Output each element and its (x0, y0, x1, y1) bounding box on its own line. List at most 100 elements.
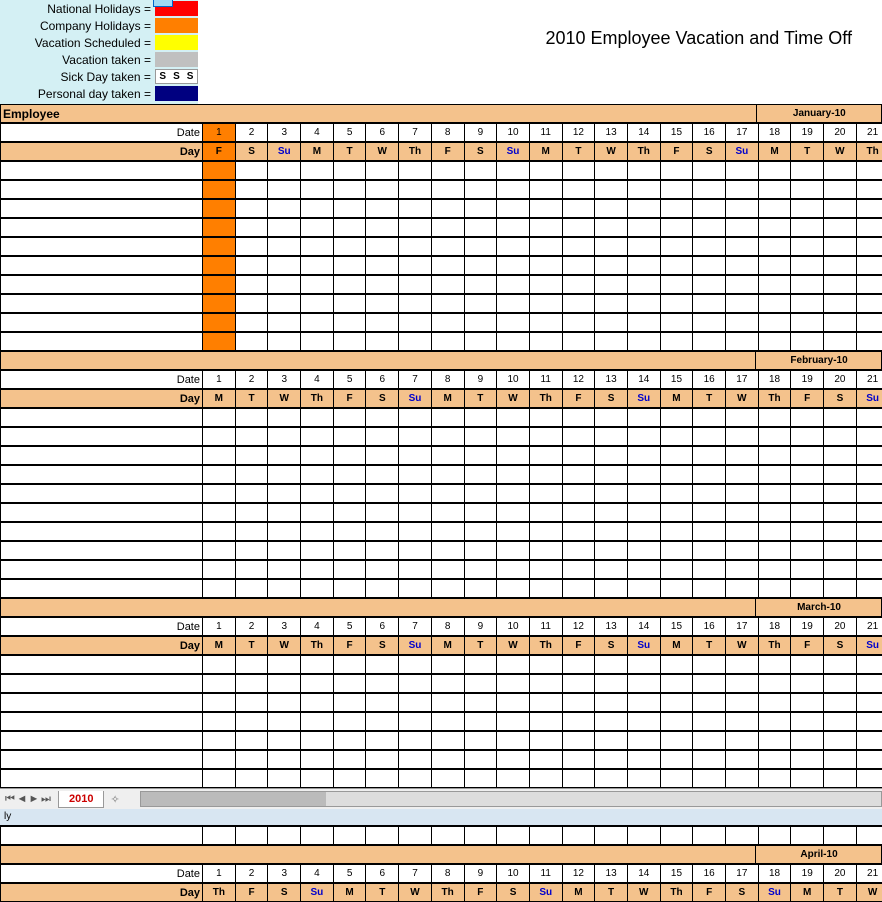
calendar-cell[interactable] (758, 713, 791, 731)
calendar-cell[interactable] (627, 504, 660, 522)
calendar-cell[interactable] (529, 504, 562, 522)
day-cell[interactable]: T (791, 143, 824, 161)
calendar-cell[interactable] (562, 333, 595, 351)
calendar-cell[interactable] (399, 561, 432, 579)
calendar-cell[interactable] (824, 200, 857, 218)
calendar-cell[interactable] (562, 485, 595, 503)
employee-cell[interactable] (1, 276, 203, 294)
calendar-cell[interactable] (399, 238, 432, 256)
calendar-cell[interactable] (660, 333, 693, 351)
calendar-cell[interactable] (562, 675, 595, 693)
calendar-cell[interactable] (758, 827, 791, 845)
calendar-cell[interactable] (562, 580, 595, 598)
calendar-cell[interactable] (464, 561, 497, 579)
calendar-cell[interactable] (497, 219, 530, 237)
calendar-cell[interactable] (562, 656, 595, 674)
calendar-cell[interactable] (268, 561, 301, 579)
calendar-cell[interactable] (562, 257, 595, 275)
date-cell[interactable]: 4 (301, 124, 334, 142)
calendar-cell[interactable] (203, 257, 236, 275)
calendar-cell[interactable] (399, 181, 432, 199)
date-cell[interactable]: 8 (431, 124, 464, 142)
calendar-cell[interactable] (595, 466, 628, 484)
employee-cell[interactable] (1, 219, 203, 237)
calendar-cell[interactable] (660, 694, 693, 712)
calendar-cell[interactable] (431, 523, 464, 541)
day-cell[interactable]: Su (758, 884, 791, 902)
calendar-cell[interactable] (268, 656, 301, 674)
calendar-cell[interactable] (431, 314, 464, 332)
day-cell[interactable]: F (791, 390, 824, 408)
calendar-cell[interactable] (856, 827, 882, 845)
day-cell[interactable]: W (399, 884, 432, 902)
calendar-cell[interactable] (595, 257, 628, 275)
calendar-cell[interactable] (301, 466, 334, 484)
calendar-cell[interactable] (856, 466, 882, 484)
calendar-cell[interactable] (791, 162, 824, 180)
calendar-cell[interactable] (366, 276, 399, 294)
calendar-cell[interactable] (791, 219, 824, 237)
date-cell[interactable]: 9 (464, 124, 497, 142)
calendar-cell[interactable] (726, 295, 759, 313)
calendar-cell[interactable] (301, 523, 334, 541)
calendar-cell[interactable] (627, 485, 660, 503)
calendar-cell[interactable] (301, 561, 334, 579)
calendar-cell[interactable] (595, 675, 628, 693)
calendar-cell[interactable] (595, 523, 628, 541)
calendar-cell[interactable] (399, 219, 432, 237)
day-cell[interactable]: M (791, 884, 824, 902)
calendar-cell[interactable] (824, 333, 857, 351)
calendar-cell[interactable] (333, 428, 366, 446)
calendar-cell[interactable] (497, 276, 530, 294)
date-cell[interactable]: 14 (627, 618, 660, 636)
calendar-cell[interactable] (627, 162, 660, 180)
calendar-cell[interactable] (399, 675, 432, 693)
calendar-cell[interactable] (464, 409, 497, 427)
calendar-cell[interactable] (529, 162, 562, 180)
calendar-cell[interactable] (856, 523, 882, 541)
date-cell[interactable]: 14 (627, 124, 660, 142)
calendar-cell[interactable] (856, 314, 882, 332)
day-cell[interactable]: W (268, 637, 301, 655)
calendar-cell[interactable] (268, 219, 301, 237)
calendar-cell[interactable] (529, 200, 562, 218)
date-cell[interactable]: 9 (464, 371, 497, 389)
day-cell[interactable]: Su (627, 637, 660, 655)
calendar-cell[interactable] (235, 162, 268, 180)
calendar-cell[interactable] (301, 200, 334, 218)
employee-cell[interactable] (1, 181, 203, 199)
calendar-cell[interactable] (431, 428, 464, 446)
calendar-cell[interactable] (431, 751, 464, 769)
day-cell[interactable]: S (464, 143, 497, 161)
calendar-cell[interactable] (824, 827, 857, 845)
employee-cell[interactable] (1, 770, 203, 788)
employee-cell[interactable] (1, 333, 203, 351)
date-cell[interactable]: 3 (268, 865, 301, 883)
day-cell[interactable]: Su (856, 637, 882, 655)
calendar-cell[interactable] (758, 200, 791, 218)
calendar-cell[interactable] (268, 447, 301, 465)
calendar-cell[interactable] (268, 770, 301, 788)
calendar-cell[interactable] (726, 333, 759, 351)
calendar-cell[interactable] (824, 219, 857, 237)
calendar-cell[interactable] (529, 276, 562, 294)
calendar-cell[interactable] (627, 770, 660, 788)
calendar-cell[interactable] (627, 694, 660, 712)
calendar-cell[interactable] (203, 732, 236, 750)
calendar-cell[interactable] (399, 523, 432, 541)
calendar-cell[interactable] (497, 675, 530, 693)
calendar-cell[interactable] (431, 561, 464, 579)
day-cell[interactable]: Su (497, 143, 530, 161)
calendar-cell[interactable] (758, 447, 791, 465)
calendar-cell[interactable] (203, 428, 236, 446)
employee-cell[interactable] (1, 675, 203, 693)
employee-cell[interactable] (1, 580, 203, 598)
date-cell[interactable]: 11 (529, 865, 562, 883)
calendar-cell[interactable] (529, 732, 562, 750)
calendar-cell[interactable] (497, 314, 530, 332)
calendar-cell[interactable] (235, 466, 268, 484)
calendar-cell[interactable] (693, 409, 726, 427)
day-cell[interactable]: S (824, 390, 857, 408)
calendar-cell[interactable] (366, 257, 399, 275)
tab-nav-first-icon[interactable]: ⏮ (4, 793, 16, 806)
